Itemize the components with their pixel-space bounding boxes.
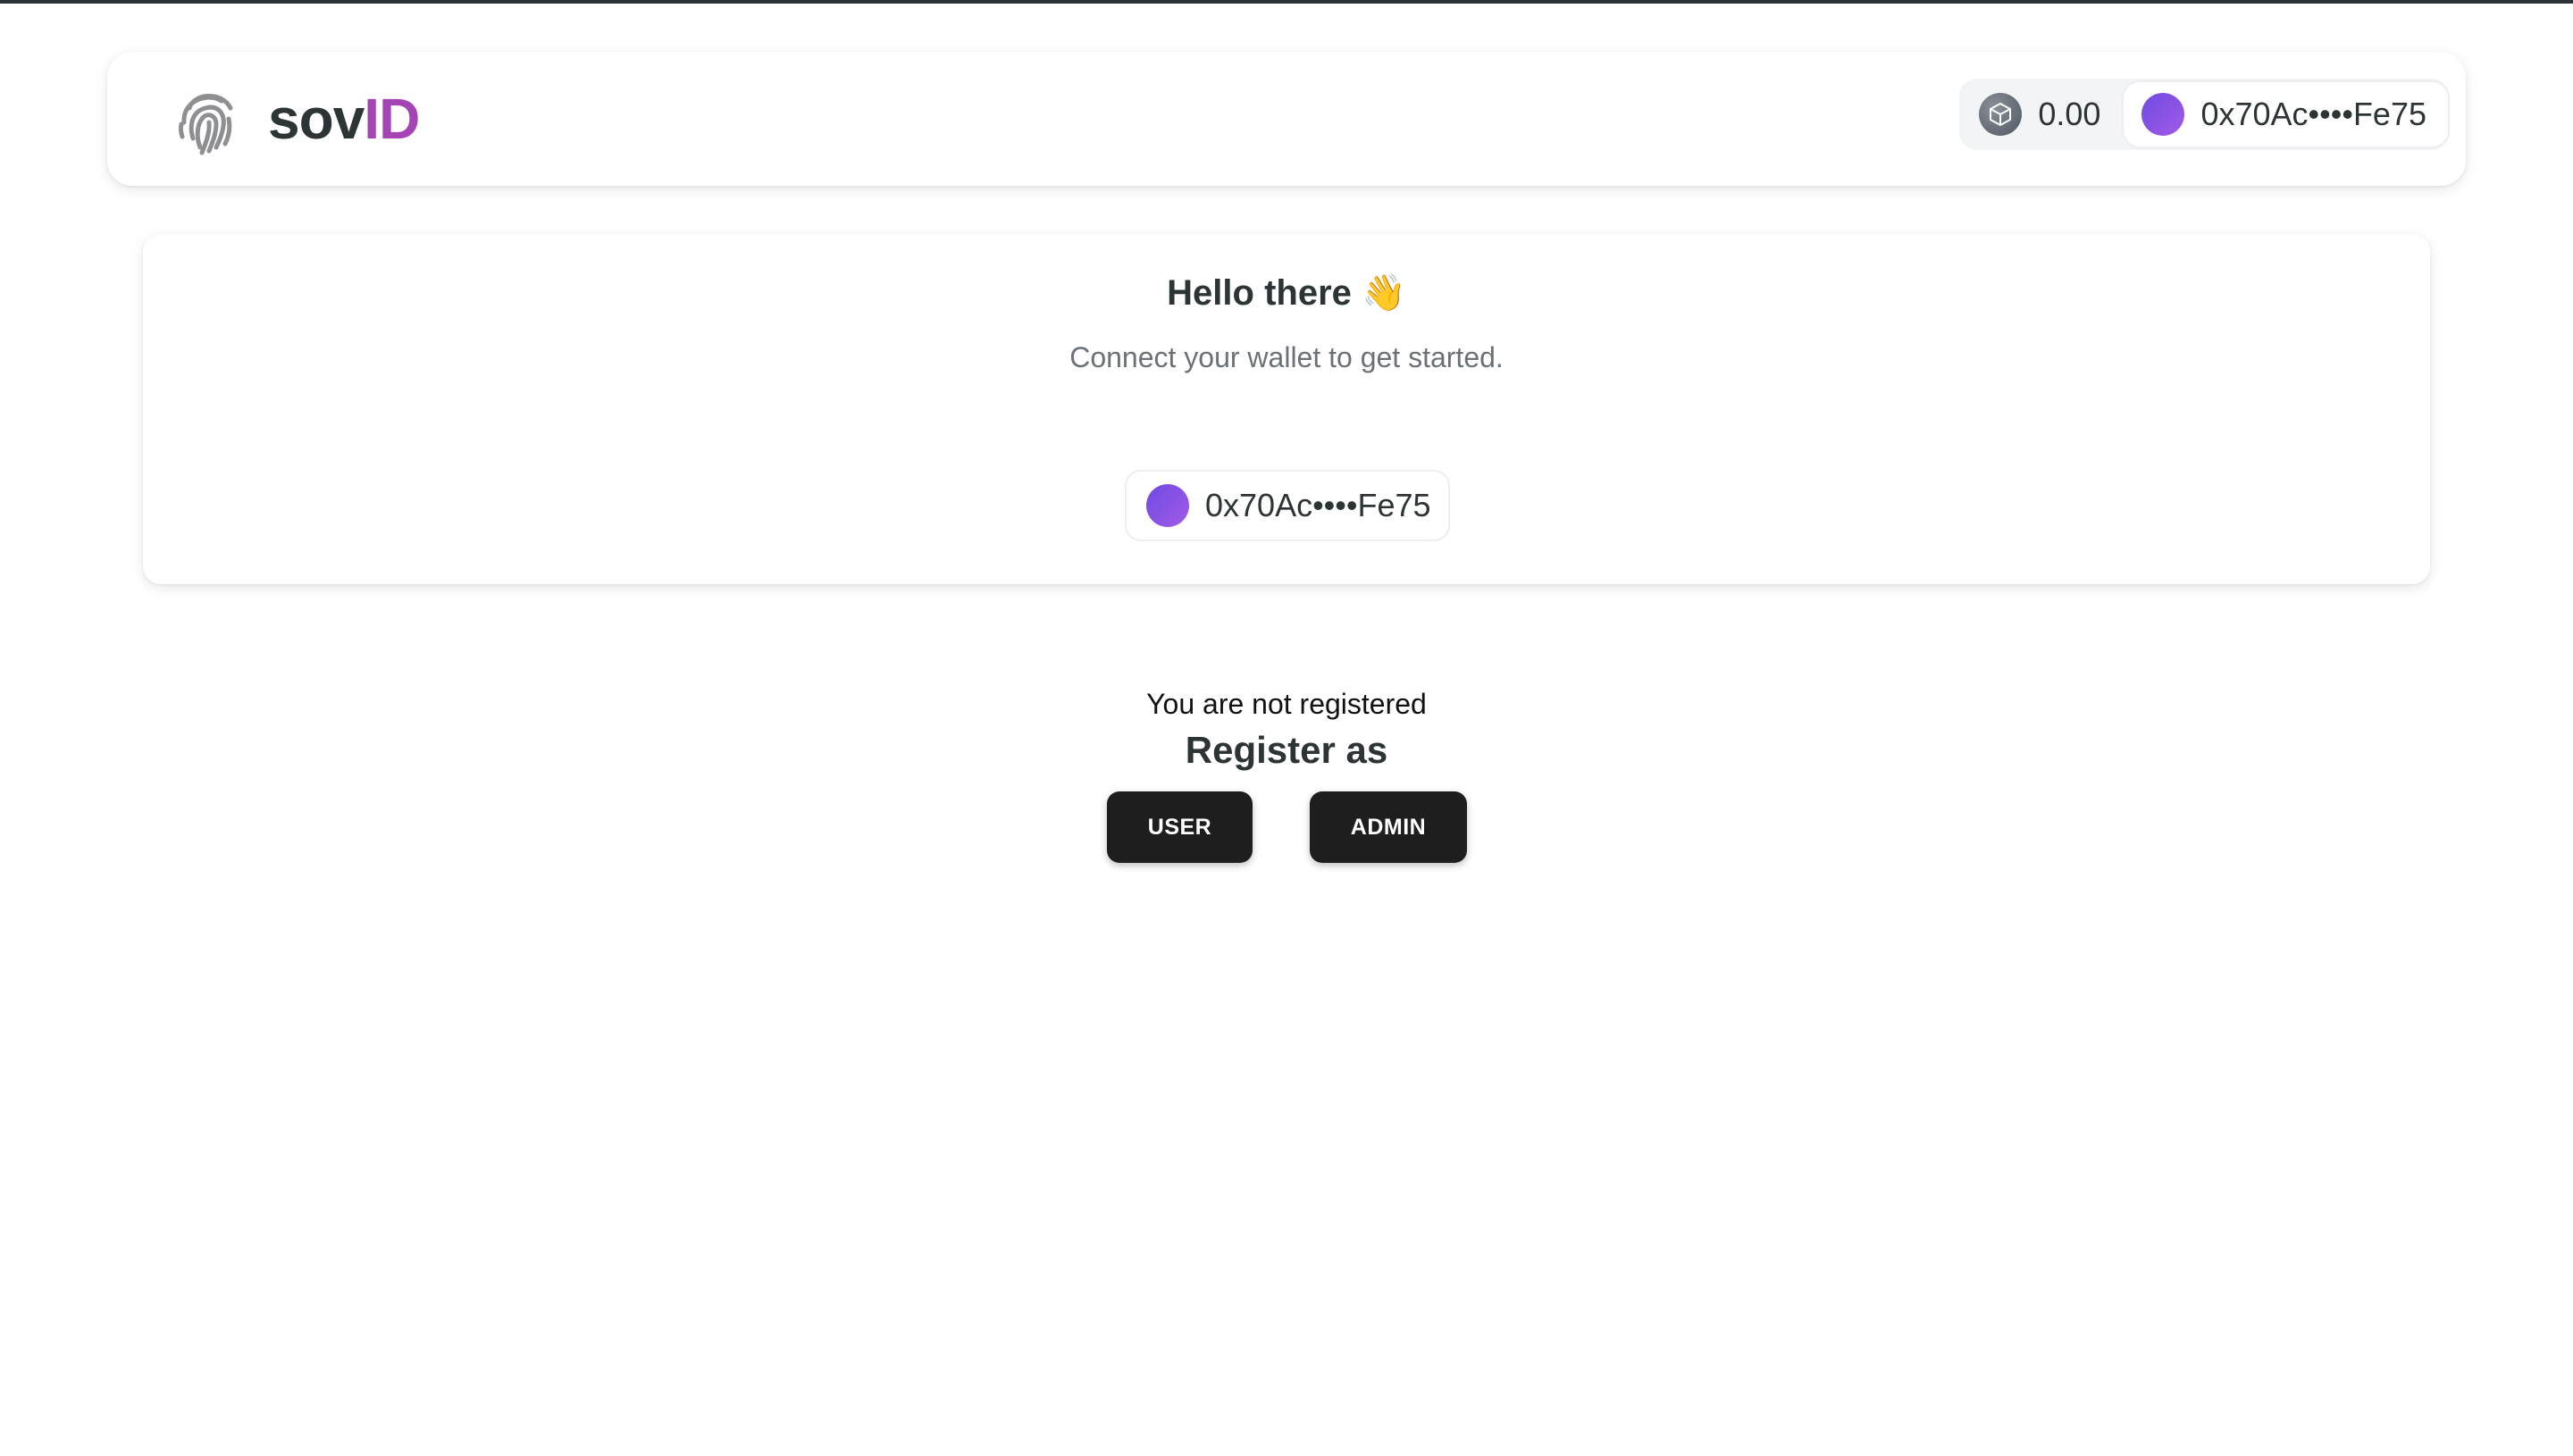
brand-name-accent: ID xyxy=(364,87,420,151)
register-admin-button[interactable]: ADMIN xyxy=(1310,791,1467,863)
brand-logo[interactable]: sovID xyxy=(172,79,420,159)
greeting-title: Hello there 👋 xyxy=(1167,273,1406,313)
connect-wallet-card: Hello there 👋 Connect your wallet to get… xyxy=(143,234,2430,584)
chain-balance[interactable]: 0.00 xyxy=(1979,93,2100,136)
register-heading: Register as xyxy=(1185,729,1388,771)
account-button[interactable]: 0x70Ac••••Fe75 xyxy=(2122,80,2450,148)
account-address: 0x70Ac••••Fe75 xyxy=(2200,96,2426,132)
fingerprint-icon xyxy=(178,94,233,155)
balance-value: 0.00 xyxy=(2038,96,2101,132)
registration-status: You are not registered xyxy=(1146,688,1427,720)
cube-icon xyxy=(1979,93,2023,136)
wallet-status: 0.00 0x70Ac••••Fe75 xyxy=(1959,79,2450,150)
account-address: 0x70Ac••••Fe75 xyxy=(1205,487,1431,523)
brand-name-prefix: sov xyxy=(268,87,365,151)
brand-name: sovID xyxy=(268,86,420,152)
greeting-subtitle: Connect your wallet to get started. xyxy=(1069,341,1504,373)
window-top-border xyxy=(0,0,2573,4)
account-avatar xyxy=(2141,93,2185,136)
connected-account-button[interactable]: 0x70Ac••••Fe75 xyxy=(1125,470,1450,541)
account-avatar xyxy=(1146,484,1189,527)
register-user-button[interactable]: USER xyxy=(1107,791,1253,863)
app-header: sovID 0.00 0x70Ac••••Fe75 xyxy=(107,52,2466,186)
